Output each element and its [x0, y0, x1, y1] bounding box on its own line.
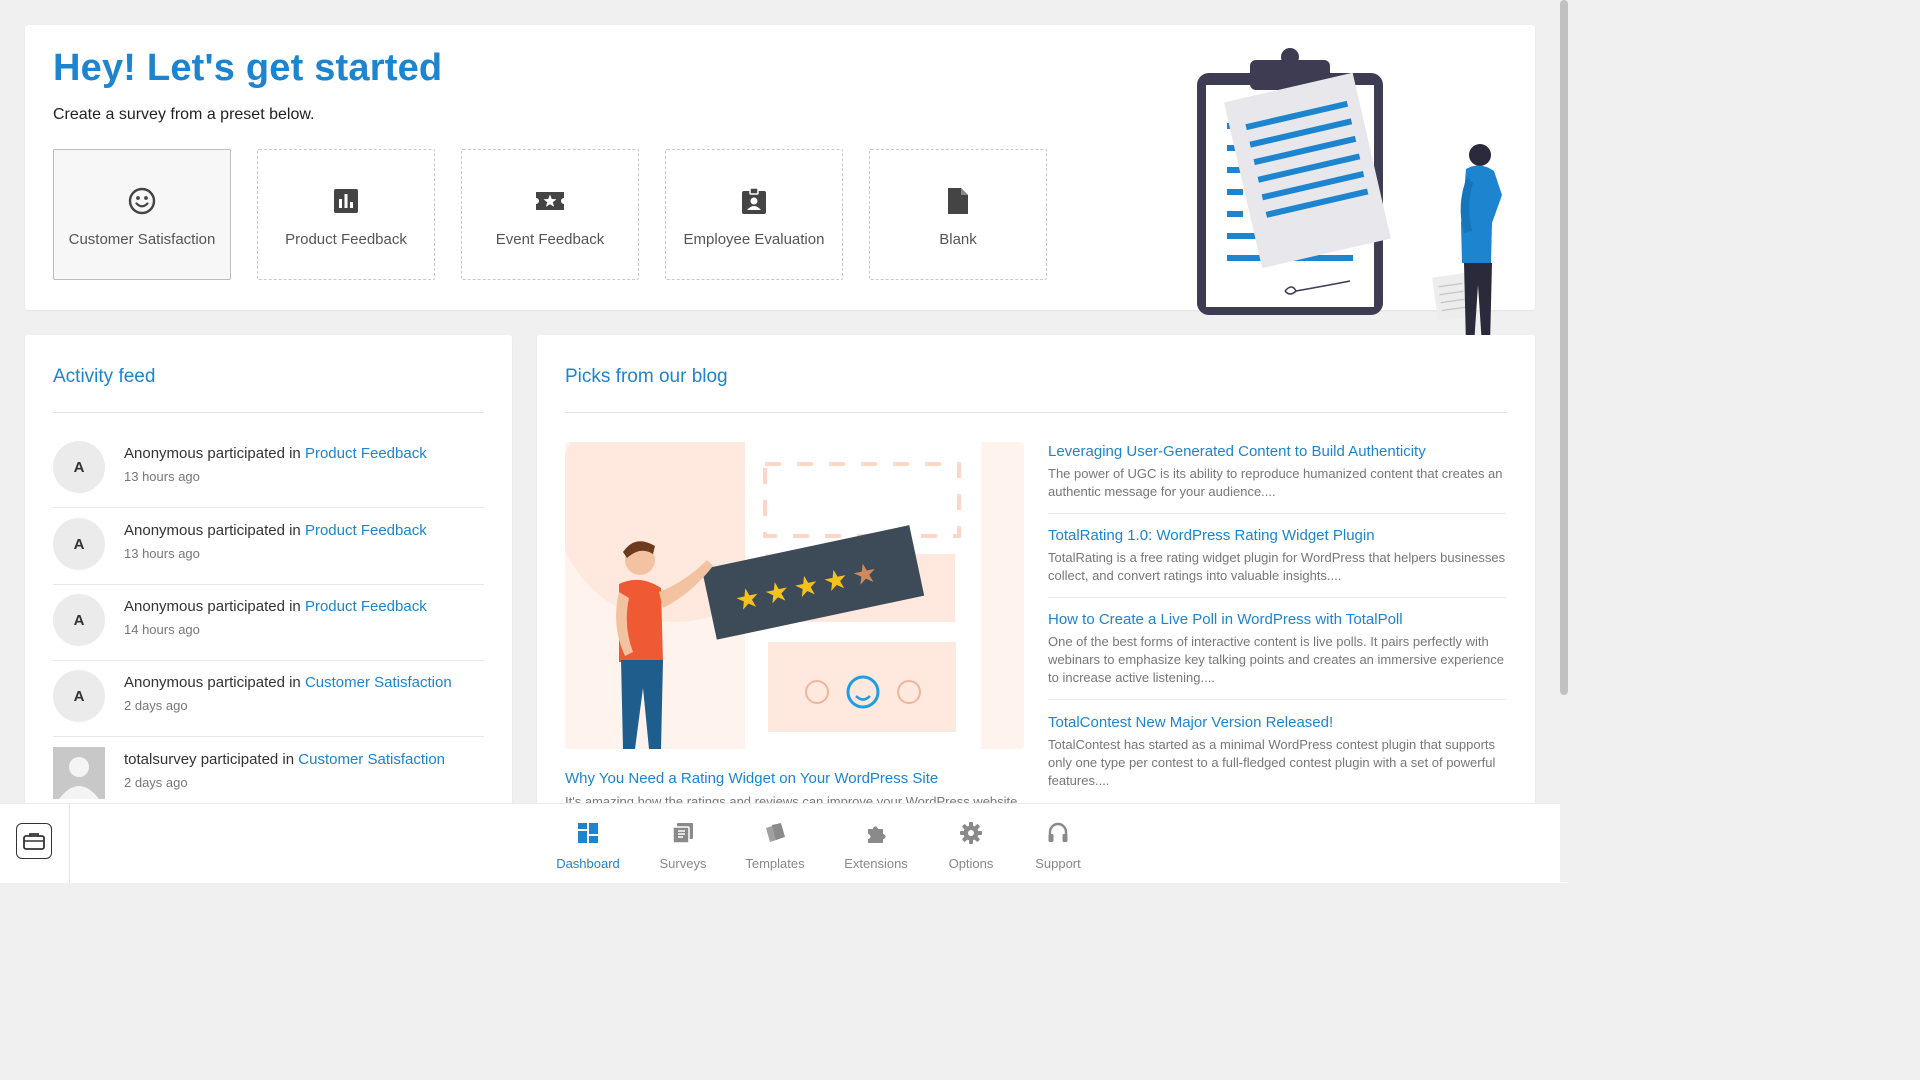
blog-post-title[interactable]: TotalContest New Major Version Released!	[1048, 714, 1506, 731]
featured-post-image[interactable]: ★ ★ ★ ★ ★	[565, 442, 1024, 749]
activity-text: Anonymous participated in Customer Satis…	[124, 674, 452, 691]
surveys-icon	[638, 820, 728, 846]
activity-text: Anonymous participated in Product Feedba…	[124, 598, 427, 615]
nav-label: Support	[1035, 856, 1081, 871]
blog-post: Leveraging User-Generated Content to Bui…	[1048, 443, 1506, 514]
activity-user: Anonymous	[124, 674, 204, 691]
badge-icon	[739, 186, 769, 216]
smiley-icon	[127, 186, 157, 216]
nav-support[interactable]: Support	[1013, 820, 1103, 871]
nav-label: Dashboard	[556, 856, 620, 871]
blog-post: How to Create a Live Poll in WordPress w…	[1048, 611, 1506, 700]
blog-post: TotalRating 1.0: WordPress Rating Widget…	[1048, 527, 1506, 598]
preset-label: Product Feedback	[285, 231, 407, 248]
hero-card: Hey! Let's get started Create a survey f…	[25, 25, 1535, 335]
dashboard-icon	[543, 820, 633, 846]
activity-action: participated in	[203, 522, 305, 539]
activity-action: participated in	[203, 598, 305, 615]
scrollbar-thumb[interactable]	[1560, 0, 1568, 695]
blog-post-excerpt: The power of UGC is its ability to repro…	[1048, 466, 1503, 499]
templates-icon	[730, 820, 820, 846]
activity-user: Anonymous	[124, 598, 204, 615]
clipboard-illustration	[1197, 48, 1502, 335]
nav-surveys[interactable]: Surveys	[638, 820, 728, 871]
briefcase-icon	[23, 833, 45, 850]
activity-survey-link[interactable]: Product Feedback	[305, 598, 427, 615]
blog-post-title[interactable]: TotalRating 1.0: WordPress Rating Widget…	[1048, 527, 1506, 544]
blog-post-title[interactable]: How to Create a Live Poll in WordPress w…	[1048, 611, 1506, 628]
divider	[69, 804, 70, 883]
nav-label: Templates	[745, 856, 805, 871]
activity-survey-link[interactable]: Customer Satisfaction	[298, 751, 445, 768]
avatar: A	[53, 670, 105, 722]
nav-label: Surveys	[659, 856, 707, 871]
activity-text: Anonymous participated in Product Feedba…	[124, 445, 427, 462]
preset-label: Employee Evaluation	[683, 231, 825, 248]
activity-time: 13 hours ago	[124, 546, 200, 561]
blog-post: TotalContest New Major Version Released!…	[1048, 714, 1506, 802]
preset-label: Blank	[939, 231, 977, 248]
preset-label: Event Feedback	[495, 231, 605, 248]
nav-label: Extensions	[844, 856, 908, 871]
activity-survey-link[interactable]: Product Feedback	[305, 522, 427, 539]
activity-time: 2 days ago	[124, 775, 188, 790]
activity-time: 2 days ago	[124, 698, 188, 713]
activity-item: A Anonymous participated in Product Feed…	[53, 508, 484, 585]
preset-customer-satisfaction[interactable]: Customer Satisfaction	[53, 149, 231, 280]
activity-user: Anonymous	[124, 445, 204, 462]
activity-item: A Anonymous participated in Product Feed…	[53, 431, 484, 508]
nav-templates[interactable]: Templates	[730, 820, 820, 871]
puzzle-icon	[831, 820, 921, 846]
blog-post-excerpt: TotalContest has started as a minimal Wo…	[1048, 737, 1496, 788]
page-title: Hey! Let's get started	[53, 47, 443, 89]
featured-post-title[interactable]: Why You Need a Rating Widget on Your Wor…	[565, 770, 938, 787]
divider	[53, 412, 484, 413]
activity-action: participated in	[203, 445, 305, 462]
ticket-star-icon	[535, 186, 565, 216]
activity-text: Anonymous participated in Product Feedba…	[124, 522, 427, 539]
activity-item: totalsurvey participated in Customer Sat…	[53, 737, 484, 805]
activity-item: A Anonymous participated in Product Feed…	[53, 584, 484, 661]
file-icon	[943, 186, 973, 216]
activity-text: totalsurvey participated in Customer Sat…	[124, 751, 445, 768]
preset-label: Customer Satisfaction	[68, 231, 216, 248]
avatar: A	[53, 441, 105, 493]
preset-product-feedback[interactable]: Product Feedback	[257, 149, 435, 280]
activity-time: 14 hours ago	[124, 622, 200, 637]
gear-icon	[926, 820, 1016, 846]
preset-employee-evaluation[interactable]: Employee Evaluation	[665, 149, 843, 280]
activity-item: A Anonymous participated in Customer Sat…	[53, 660, 484, 737]
activity-user: Anonymous	[124, 522, 204, 539]
blog-post-excerpt: TotalRating is a free rating widget plug…	[1048, 550, 1506, 583]
activity-survey-link[interactable]: Customer Satisfaction	[305, 674, 452, 691]
bottom-navigation: Dashboard Surveys Templates Extensions O…	[0, 803, 1568, 883]
preset-blank[interactable]: Blank	[869, 149, 1047, 280]
divider	[565, 412, 1507, 413]
page-subtitle: Create a survey from a preset below.	[53, 106, 315, 123]
headset-icon	[1013, 820, 1103, 846]
activity-action: participated in	[203, 674, 305, 691]
blog-card: Picks from our blog ★ ★ ★ ★ ★ Why You Ne…	[537, 335, 1535, 805]
toolbox-button[interactable]	[16, 823, 52, 859]
activity-feed-card: Activity feed A Anonymous participated i…	[25, 335, 512, 805]
blog-title: Picks from our blog	[565, 366, 728, 387]
activity-time: 13 hours ago	[124, 469, 200, 484]
avatar	[53, 747, 105, 799]
avatar: A	[53, 594, 105, 646]
nav-options[interactable]: Options	[926, 820, 1016, 871]
blog-post-title[interactable]: Leveraging User-Generated Content to Bui…	[1048, 443, 1506, 460]
nav-dashboard[interactable]: Dashboard	[543, 820, 633, 871]
activity-action: participated in	[196, 751, 299, 768]
bar-chart-icon	[331, 186, 361, 216]
nav-label: Options	[948, 856, 994, 871]
avatar: A	[53, 518, 105, 570]
activity-user: totalsurvey	[124, 751, 197, 768]
blog-post-excerpt: One of the best forms of interactive con…	[1048, 634, 1504, 685]
activity-feed-title: Activity feed	[53, 366, 156, 387]
nav-extensions[interactable]: Extensions	[831, 820, 921, 871]
activity-survey-link[interactable]: Product Feedback	[305, 445, 427, 462]
preset-event-feedback[interactable]: Event Feedback	[461, 149, 639, 280]
